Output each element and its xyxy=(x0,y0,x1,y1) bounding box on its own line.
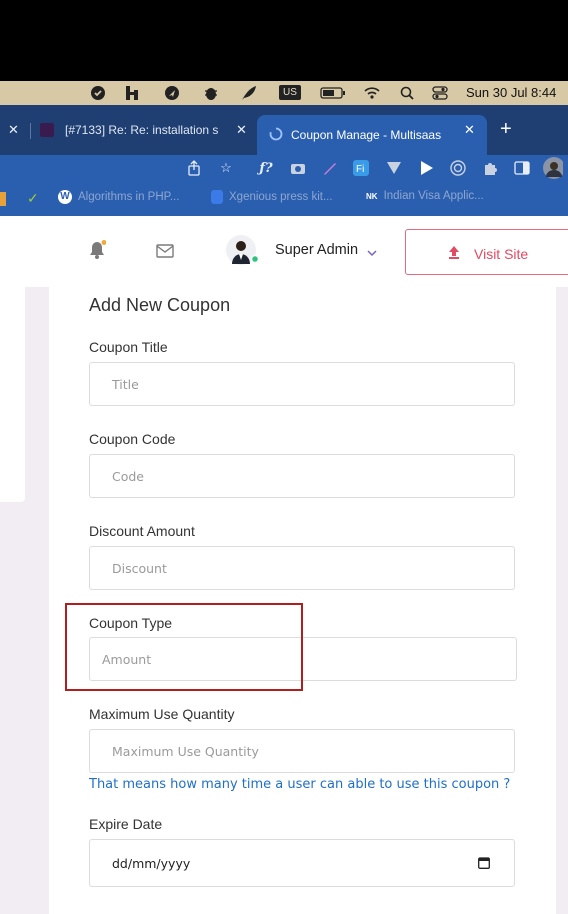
bug-icon[interactable] xyxy=(203,85,219,101)
admin-header: Super Admin Visit Site xyxy=(0,216,568,287)
notification-bell-icon[interactable] xyxy=(88,240,107,265)
tab-favicon-icon xyxy=(40,123,54,137)
expire-date-placeholder: dd/mm/yyyy xyxy=(112,855,191,871)
google-docs-icon xyxy=(211,190,223,204)
close-tab-icon[interactable]: ✕ xyxy=(8,122,19,138)
user-avatar[interactable] xyxy=(226,235,260,274)
bookmarks-bar: ✓ W Algorithms in PHP... Xgenious press … xyxy=(0,181,568,216)
wifi-icon[interactable] xyxy=(364,85,380,101)
fonts-ext-icon[interactable]: ƒ? xyxy=(256,158,276,178)
visit-site-label: Visit Site xyxy=(474,246,529,262)
annotation-highlight-box xyxy=(65,603,303,691)
coupon-code-input[interactable]: Code xyxy=(89,454,515,498)
share-icon[interactable] xyxy=(184,158,204,178)
h-app-icon[interactable] xyxy=(124,85,140,101)
sidebar-card-edge xyxy=(0,287,25,502)
menubar-clock[interactable]: Sun 30 Jul 8:44 xyxy=(466,85,556,100)
max-use-quantity-input[interactable]: Maximum Use Quantity xyxy=(89,729,515,773)
wordpress-icon: W xyxy=(58,190,72,204)
tab-divider xyxy=(30,123,31,139)
target-ext-icon[interactable] xyxy=(448,158,468,178)
coupon-title-input[interactable]: Title xyxy=(89,362,515,406)
play-ext-icon[interactable] xyxy=(416,158,436,178)
control-center-icon[interactable] xyxy=(432,85,448,101)
bookmark-label: Xgenious press kit... xyxy=(229,191,333,203)
sidebar-toggle-icon[interactable] xyxy=(512,158,532,178)
max-use-hint: That means how many time a user can able… xyxy=(89,777,511,792)
chevron-down-icon[interactable] xyxy=(367,244,377,262)
bookmark-chart-icon[interactable] xyxy=(0,192,6,206)
calendar-icon[interactable] xyxy=(478,856,490,872)
page-content: Super Admin Visit Site Add New Coupon Co… xyxy=(0,216,568,914)
browser-tab-bar: ✕ [#7133] Re: Re: installation s ✕ Coupo… xyxy=(0,105,568,155)
upload-icon xyxy=(448,245,460,264)
bookmark-label: Algorithms in PHP... xyxy=(78,191,180,203)
form-title: Add New Coupon xyxy=(89,295,231,315)
discount-amount-label: Discount Amount xyxy=(89,523,195,539)
battery-icon[interactable] xyxy=(320,85,346,101)
tab-ticket[interactable]: [#7133] Re: Re: installation s xyxy=(40,115,230,145)
discount-amount-input[interactable]: Discount xyxy=(89,546,515,590)
bookmark-visa[interactable]: NK Indian Visa Applic... xyxy=(366,190,484,202)
coupon-code-label: Coupon Code xyxy=(89,431,176,447)
tab-ticket-label: [#7133] Re: Re: installation s xyxy=(65,123,219,137)
browser-toolbar: ☆ ƒ? Fi xyxy=(0,155,568,181)
camera-ext-icon[interactable] xyxy=(288,158,308,178)
svg-text:Fi: Fi xyxy=(356,164,364,175)
pen-ext-icon[interactable] xyxy=(320,158,340,178)
puzzle-extensions-icon[interactable] xyxy=(480,158,500,178)
macos-menu-bar: US Sun 30 Jul 8:44 xyxy=(0,81,568,105)
visa-site-icon: NK xyxy=(366,191,378,201)
close-tab-icon[interactable]: ✕ xyxy=(236,122,247,138)
star-icon[interactable]: ☆ xyxy=(216,158,236,178)
bookmark-label: Indian Visa Applic... xyxy=(383,190,484,202)
v-ext-icon[interactable] xyxy=(384,158,404,178)
navigation-icon[interactable] xyxy=(164,85,180,101)
feather-icon[interactable] xyxy=(240,85,256,101)
shield-check-icon[interactable] xyxy=(90,85,106,101)
bookmark-press-kit[interactable]: Xgenious press kit... xyxy=(211,190,333,204)
expire-date-label: Expire Date xyxy=(89,816,163,832)
visit-site-button[interactable]: Visit Site xyxy=(405,229,568,275)
tab-coupon-manage[interactable]: Coupon Manage - Multisaas xyxy=(257,115,487,155)
loading-spinner-icon xyxy=(269,127,283,144)
fi-ext-icon[interactable]: Fi xyxy=(351,158,371,178)
add-coupon-form: Add New Coupon Coupon Title Title Coupon… xyxy=(49,287,556,914)
tab-coupon-manage-label: Coupon Manage - Multisaas xyxy=(291,128,442,142)
profile-avatar[interactable] xyxy=(543,157,563,179)
search-icon[interactable] xyxy=(399,85,415,101)
max-use-quantity-label: Maximum Use Quantity xyxy=(89,706,235,722)
coupon-title-label: Coupon Title xyxy=(89,339,168,355)
close-tab-icon[interactable]: ✕ xyxy=(464,122,475,138)
keyboard-layout-icon[interactable]: US xyxy=(279,85,301,100)
bookmark-algorithms[interactable]: W Algorithms in PHP... xyxy=(58,190,179,204)
expire-date-input[interactable]: dd/mm/yyyy xyxy=(89,839,515,887)
user-name[interactable]: Super Admin xyxy=(275,242,358,258)
new-tab-icon[interactable]: + xyxy=(500,118,512,141)
bookmark-check-icon[interactable]: ✓ xyxy=(27,190,39,207)
mail-icon[interactable] xyxy=(156,244,174,263)
